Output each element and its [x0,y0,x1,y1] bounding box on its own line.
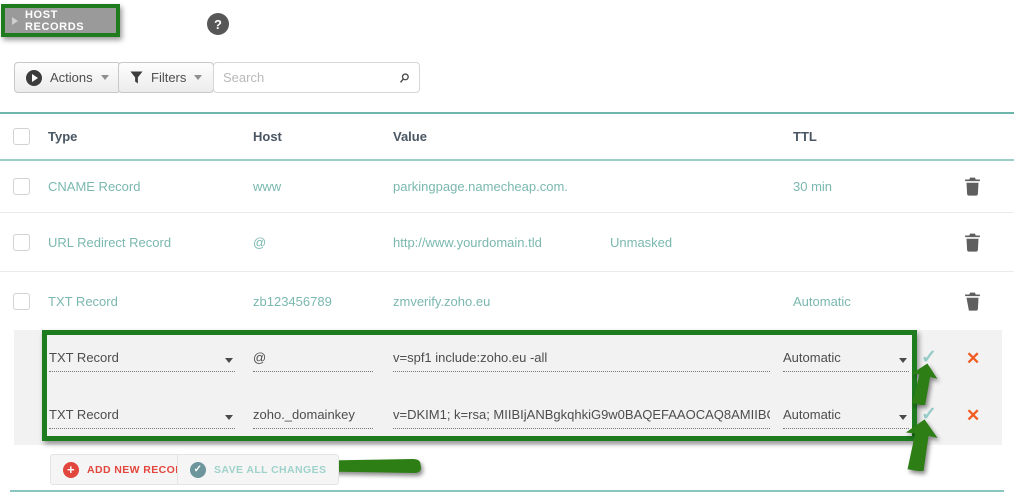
table-header-row: Type Host Value TTL [0,112,1014,161]
type-select[interactable]: TXT Record [49,350,235,372]
filter-funnel-icon [130,71,143,84]
record-type: URL Redirect Record [48,234,172,250]
table-row: URL Redirect Record @ http://www.yourdom… [0,213,1014,272]
save-all-changes-button[interactable]: ✓ SAVE ALL CHANGES [177,454,340,485]
record-value: parkingpage.namecheap.com. [393,179,568,194]
search-box [213,62,420,93]
cancel-x-icon[interactable]: ✕ [966,350,980,367]
actions-button[interactable]: Actions [14,62,121,93]
select-all-checkbox[interactable] [13,128,30,145]
trash-icon [965,177,980,196]
col-header-host: Host [253,129,282,144]
annotation-arrow-icon [911,363,938,405]
delete-record-button[interactable] [960,177,981,196]
delete-record-button[interactable] [960,233,981,252]
record-type: TXT Record [48,293,118,309]
actions-button-label: Actions [50,70,93,85]
collapse-caret-icon [12,16,18,25]
table-row: TXT Record zb123456789 zmverify.zoho.eu … [0,272,1014,330]
chevron-down-icon [225,415,233,420]
row-checkbox[interactable] [13,233,30,251]
cancel-x-icon[interactable]: ✕ [966,407,980,424]
ttl-select[interactable]: Automatic [783,407,909,429]
record-extra: Unmasked [610,234,673,250]
type-select[interactable]: TXT Record [49,407,235,429]
chevron-down-icon [225,358,233,363]
host-records-tab[interactable]: HOST RECORDS [5,8,116,33]
value-input[interactable]: v=spf1 include:zoho.eu -all [393,350,770,372]
chevron-down-icon [100,75,109,80]
bottom-divider [10,490,1004,492]
help-icon[interactable]: ? [207,13,229,35]
chevron-down-icon [194,75,203,80]
record-type: CNAME Record [48,179,141,194]
row-checkbox[interactable] [13,178,30,195]
record-host: zb123456789 [253,293,332,309]
plus-icon: + [63,461,79,478]
save-all-changes-label: SAVE ALL CHANGES [214,463,327,476]
add-new-record-label: ADD NEW RECORD [87,463,192,476]
host-records-tab-label: HOST RECORDS [25,8,85,33]
search-icon[interactable] [399,69,410,87]
record-value: zmverify.zoho.eu [393,293,491,309]
filters-button-label: Filters [151,70,187,85]
host-input[interactable]: @ [253,350,373,372]
trash-icon [965,292,980,311]
record-host: @ [253,234,267,250]
search-input[interactable] [223,70,399,85]
value-input[interactable]: v=DKIM1; k=rsa; MIIBIjANBgkqhkiG9w0BAQEF… [393,407,770,429]
ttl-select[interactable]: Automatic [783,350,909,372]
row-checkbox[interactable] [13,292,30,310]
record-ttl: Automatic [793,293,851,309]
host-records-page: HOST RECORDS ? Actions Filters Type Host… [0,0,1014,498]
filters-button[interactable]: Filters [118,62,215,93]
col-header-value: Value [393,129,427,144]
annotation-arrow-icon [905,419,938,471]
record-value: http://www.yourdomain.tld [393,234,542,250]
record-host: www [253,179,282,194]
delete-record-button[interactable] [960,292,981,311]
trash-icon [965,233,980,252]
host-input[interactable]: zoho._domainkey [253,407,373,429]
actions-play-icon [26,69,42,86]
record-ttl: 30 min [793,179,833,194]
annotation-box-new-records: TXT Record @ v=spf1 include:zoho.eu -all… [42,330,917,441]
col-header-type: Type [48,129,78,144]
table-row: CNAME Record www parkingpage.namecheap.c… [0,161,1014,213]
annotation-box-host-records: HOST RECORDS [1,4,120,37]
col-header-ttl: TTL [793,129,817,144]
check-circle-icon: ✓ [190,461,206,478]
